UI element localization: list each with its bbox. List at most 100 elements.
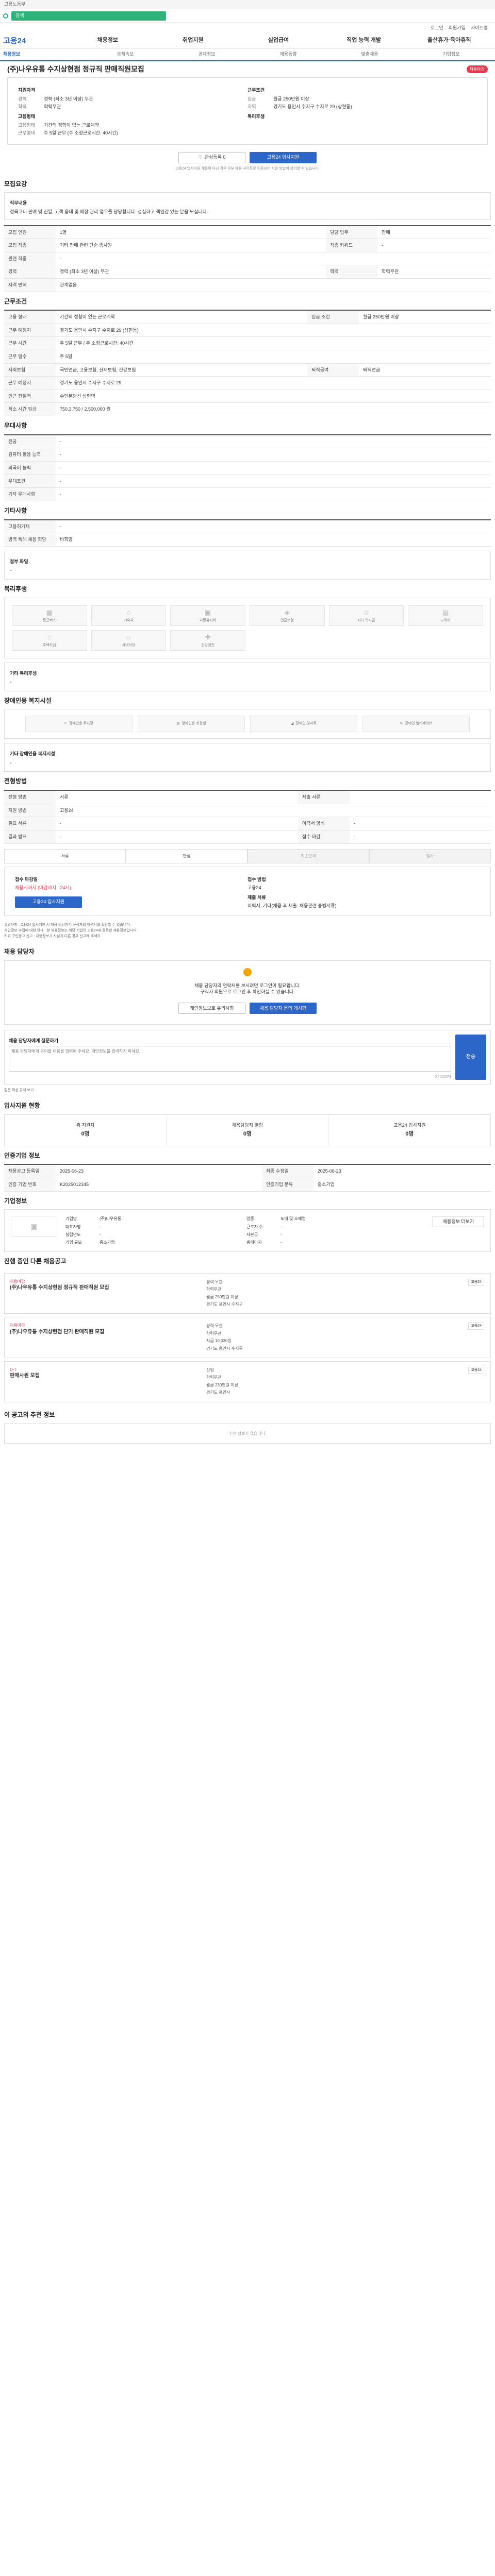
cell-value: - — [56, 817, 298, 831]
gnb-item[interactable]: 출산휴가·육아휴직 — [406, 37, 492, 44]
logo[interactable]: 고용24 — [3, 36, 65, 46]
inquiry-board-button[interactable]: 채용 담당자 문의 게시판 — [250, 1002, 317, 1014]
welfare-item: ▤ 교육비 — [408, 605, 483, 626]
subnav-item[interactable]: 기업정보 — [410, 51, 492, 58]
attach-box: 첨부 파일 - — [4, 550, 491, 580]
process-step: 최종합격 — [248, 849, 369, 863]
job-card[interactable]: 채용마감 (주)나우유통 수지상현점 단기 판매직원 모집 경력 무관 학력무관 시급… — [4, 1317, 491, 1359]
cell-value: 서류 — [56, 790, 298, 804]
subnav-item[interactable]: 맞춤채용 — [329, 51, 410, 58]
home-icon: ⌂ — [47, 633, 52, 641]
welfare-label: 사내식당 — [122, 643, 136, 647]
welfare-other-box: 기타 복리후생 - — [4, 662, 491, 691]
note-item: 개인정보 수집에 대한 안내 : 본 채용정보는 해당 기업이 고용24에 등록… — [4, 929, 138, 933]
cell-key: 인증기업 분류 — [261, 1178, 314, 1192]
search-icon — [3, 13, 8, 19]
cell-value: 고용24 — [56, 804, 491, 818]
interest-button[interactable]: ♡ 관심등록 0 — [178, 151, 245, 163]
login-link[interactable]: 로그인 — [431, 25, 443, 31]
company-logo-icon: ▣ — [11, 1216, 57, 1237]
table-row: 필요 서류 - 이력서 양식 - — [4, 817, 491, 831]
stat-label: 채용담당자 열람 — [232, 1122, 263, 1128]
cell-value — [349, 790, 491, 804]
section-title: 이 공고의 추천 정보 — [4, 1411, 55, 1418]
cell-value: 수인분당선 상현역 — [56, 389, 491, 403]
cell-key: 홈페이지 — [246, 1240, 262, 1245]
cell-value: (주)나우유통 — [100, 1216, 122, 1222]
note-item: 허위 구인광고 신고 : 채용정보가 사실과 다른 경우 신고해 주세요. — [4, 935, 102, 939]
gnb-item[interactable]: 직업 능력 개발 — [321, 37, 407, 44]
cell-value: 학력무관 — [377, 265, 491, 279]
table-row: 전공 - — [4, 434, 491, 449]
job-card[interactable]: 채용마감 (주)나우유통 수지상현점 정규직 판매직원 모집 경력 무관 학력무관 월… — [4, 1273, 491, 1314]
cell-value: 경기도 용인시 수지구 수지로 29 — [56, 376, 491, 390]
child-icon: ☺ — [362, 608, 370, 616]
gnb-item[interactable]: 채용정보 — [65, 37, 151, 44]
cell-value: 경력 (최소 3년 이상) 무관 — [56, 265, 326, 279]
gnb-item[interactable]: 실업급여 — [236, 37, 321, 44]
job-meta: 경력 무관 — [206, 1279, 223, 1284]
company-more-button[interactable]: 채용정보 더보기 — [433, 1216, 484, 1228]
job-card-title[interactable]: (주)나우유통 수지상현점 정규직 판매직원 모집 — [10, 1284, 113, 1292]
gnb-item[interactable]: 취업지원 — [151, 37, 236, 44]
source-tag: 고용24 — [468, 1323, 484, 1330]
cell-key: 학력 — [326, 265, 378, 279]
welfare-label: 주택자금 — [42, 643, 56, 647]
cell-key: 우대조건 — [4, 474, 56, 488]
kv-value: 월급 250만원 이상 — [273, 96, 309, 101]
section-title: 우대사항 — [4, 422, 27, 430]
cell-key: 근무 예정지 — [4, 376, 56, 390]
disability-grid: P 장애인용 주차장 ◍ 장애인용 화장실 ◢ 장애인 경사로 ⇅ 장애인 엘리베이터 — [4, 709, 491, 739]
subnav-item[interactable]: 공채속보 — [85, 51, 166, 58]
company-grid: 기업명 (주)나우유통 업종 도매 및 소매업 대표자명 - 근로자 수 - 설립년도 - 자본… — [65, 1216, 424, 1245]
welfare-item: ▣ 차량유지비 — [170, 605, 245, 626]
section-title: 채용 담당자 — [4, 948, 35, 956]
cell-value: - — [56, 474, 491, 488]
job-meta: 시급 10,030원 — [206, 1338, 232, 1344]
subnav-item[interactable]: 채용동향 — [248, 51, 329, 58]
table-row: 사회보험 국민연금, 고용보험, 산재보험, 건강보험 퇴직급여 퇴직연금 — [4, 363, 491, 377]
disability-label: 장애인용 화장실 — [182, 722, 206, 726]
join-link[interactable]: 회원가입 — [449, 25, 466, 31]
welfare-label: 연금보험 — [280, 618, 294, 622]
disability-other-box: 기타 장애인용 복지시설 - — [4, 743, 491, 772]
search-input[interactable]: 검색 — [11, 11, 166, 21]
kv-key: 고용형태 — [18, 122, 36, 128]
note-item: 유의사항 : 고용24 입사지원 시 채용 담당자가 구직자의 이력서를 확인할… — [4, 923, 131, 927]
table-row: 고용 형태 기간의 정함이 없는 근로계약 임금 조건 월급 250만원 이상 — [4, 310, 491, 324]
cell-key: 최소 시간 임금 — [4, 402, 56, 417]
stat-item: 고용24 입사지원 0명 — [328, 1114, 490, 1146]
privacy-button[interactable]: 개인정보보호 유의사항 — [178, 1002, 245, 1014]
sitemap-link[interactable]: 사이트맵 — [471, 25, 488, 31]
process-step: 입사 — [369, 849, 491, 863]
inquiry-input[interactable] — [9, 1046, 451, 1072]
method-value: 고용24 — [248, 885, 261, 891]
table-row: 외국어 능력 - — [4, 461, 491, 475]
subnav-item[interactable]: 채용정보 — [3, 51, 85, 58]
apply-notice: 고용24 입사지원 채용이 아닌 경우 외부 채용 사이트로 이동되어 지원 방… — [175, 166, 320, 171]
subnav-item[interactable]: 공채정보 — [166, 51, 248, 58]
job-meta: 신입 — [206, 1368, 214, 1373]
kv-key: 근무형태 — [18, 130, 36, 136]
kv-key: 경력 — [18, 96, 27, 101]
cell-value: - — [100, 1232, 101, 1237]
cell-key: 업종 — [246, 1216, 254, 1222]
welfare-item: ♨ 사내식당 — [91, 630, 167, 651]
deadline-label: 접수 마감일 — [15, 876, 38, 882]
docs-label: 제출 서류 — [248, 894, 266, 900]
job-card-title[interactable]: (주)나우유통 수지상현점 단기 판매직원 모집 — [10, 1329, 113, 1336]
table-row: 지원 방법 고용24 — [4, 804, 491, 818]
job-card-title[interactable]: 판매사원 모집 — [10, 1372, 113, 1380]
inquiry-submit-button[interactable]: 전송 — [455, 1034, 486, 1080]
parking-icon: P — [64, 722, 67, 726]
inquiry-hint[interactable]: 질문 작성 규칙 보기 — [0, 1084, 495, 1096]
stat-item: 채용담당자 열람 0명 — [166, 1114, 328, 1146]
apply-button[interactable]: 고용24 입사지원 — [250, 151, 317, 163]
job-dday: 채용마감 — [10, 1323, 25, 1328]
cell-key: 임금 조건 — [307, 310, 359, 324]
meal-icon: ♨ — [125, 633, 132, 641]
search-row: 검색 — [0, 9, 495, 23]
cell-key: 대표자명 — [65, 1224, 81, 1229]
apply-button-2[interactable]: 고용24 입사지원 — [15, 896, 82, 908]
job-card[interactable]: D-7 판매사원 모집 신입 학력무관 월급 230만원 이상 경기도 용인시 고용24 — [4, 1361, 491, 1402]
